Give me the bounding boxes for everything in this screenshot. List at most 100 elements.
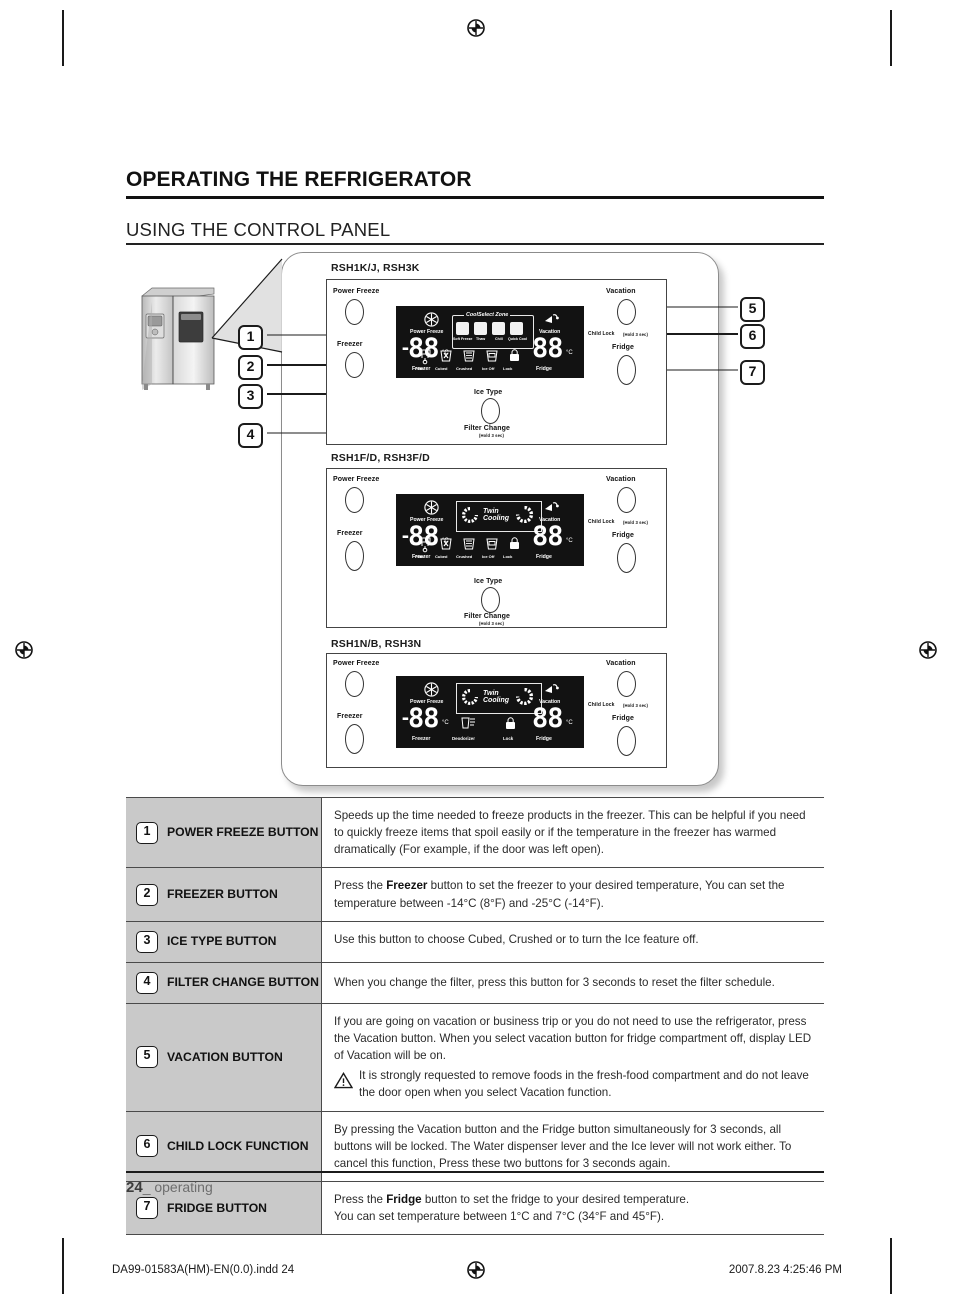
row-number-badge: 2: [136, 883, 158, 906]
panel-3-lcd-freezer-unit: °C: [442, 720, 449, 726]
panel-3-lock-status-label: Lock: [503, 736, 514, 741]
callout-4[interactable]: 4: [238, 423, 263, 448]
desc-paragraph: If you are going on vacation or business…: [334, 1014, 812, 1063]
callout-1[interactable]: 1: [238, 325, 263, 350]
crop-mark-bl-v: [62, 1238, 64, 1294]
panel-2-lcd-fridge-unit: °C: [566, 538, 573, 544]
panel-3-power-freeze-button[interactable]: [345, 671, 364, 697]
manual-page: OPERATING THE REFRIGERATOR USING THE CON…: [0, 0, 954, 1302]
warning-triangle-icon: [333, 1072, 354, 1094]
panel-1-lock-status-label: Lock: [503, 366, 513, 371]
panel-3-child-lock-label: Child Lock: [588, 702, 615, 708]
row-description: Use this button to choose Cubed, Crushed…: [334, 932, 699, 946]
panel-3-lcd-freezer-label: Freezer: [412, 736, 431, 742]
panel-1-soft-freeze-icon: [456, 322, 469, 335]
panel-1-lcd-fridge-value: 88: [532, 333, 564, 364]
panel-3-twin-cooling-label: Twin Cooling: [483, 690, 510, 705]
warning-text: It is strongly requested to remove foods…: [359, 1069, 809, 1100]
callout-5[interactable]: 5: [740, 297, 765, 322]
row-description: If you are going on vacation or business…: [322, 1004, 824, 1111]
panel-2-filter-change-sublabel: (Hold 3 sec): [479, 621, 504, 626]
panel-3-fridge-label: Fridge: [612, 715, 634, 722]
table-row-label-cell: 2 FREEZER BUTTON: [126, 868, 322, 921]
panel-1-filter-change-sublabel: (Hold 3 sec): [479, 433, 504, 438]
panel-3-fridge-button[interactable]: [617, 726, 636, 756]
panel-2-model-title: RSH1F/D, RSH3F/D: [331, 452, 430, 464]
panel-2-power-freeze-button[interactable]: [345, 487, 364, 513]
panel-3-vacation-button[interactable]: [617, 671, 636, 697]
row-number-badge: 5: [136, 1046, 158, 1069]
row-number-badge: 3: [136, 930, 158, 953]
page-suffix: _ operating: [142, 1179, 213, 1195]
table-row-label-cell: 5 VACATION BUTTON: [126, 1003, 322, 1111]
panel-1-soft-freeze-label: Soft Freeze: [453, 337, 473, 341]
panel-2-power-freeze-label: Power Freeze: [333, 476, 380, 483]
title-divider: [126, 196, 824, 199]
panel-1-ice-off-status-label: Ice Off: [482, 366, 495, 371]
panel-3-model-title: RSH1N/B, RSH3N: [331, 638, 422, 650]
warning-note: It is strongly requested to remove foods…: [333, 1067, 816, 1101]
panel-1-crushed-status-label: Crushed: [456, 366, 473, 371]
panel-3-lock-icon: [504, 716, 517, 735]
panel-2-freezer-button[interactable]: [345, 541, 364, 571]
page-title: OPERATING THE REFRIGERATOR: [126, 168, 472, 191]
callout-6[interactable]: 6: [740, 324, 765, 349]
panel-3-child-lock-sublabel: (Hold 3 sec): [623, 703, 648, 708]
table-row: 3 ICE TYPE BUTTON Use this button to cho…: [126, 921, 824, 963]
panel-3-lcd-fridge-unit: °C: [566, 720, 573, 726]
row-name: CHILD LOCK FUNCTION: [167, 1138, 309, 1153]
callout-3[interactable]: 3: [238, 384, 263, 409]
table-row: 7 FRIDGE BUTTON Press the Fridge button …: [126, 1182, 824, 1236]
registration-mark-bottom: [464, 1258, 488, 1282]
panel-2-ice-type-label: Ice Type: [474, 578, 503, 585]
desc-pre: Press the: [334, 879, 387, 893]
panel-2-twin-cooling-label: Twin Cooling: [483, 508, 510, 523]
panel-1-filter-status-label: Filter: [415, 366, 425, 371]
panel-1-ice-type-label: Ice Type: [474, 389, 503, 396]
panel-1-freezer-button[interactable]: [345, 352, 364, 378]
row-description: Speeds up the time needed to freeze prod…: [334, 809, 806, 857]
footer-divider: [126, 1171, 824, 1174]
callout-2[interactable]: 2: [238, 355, 263, 380]
panel-3-freezer-button[interactable]: [345, 724, 364, 754]
table-row-label-cell: 4 FILTER CHANGE BUTTON: [126, 962, 322, 1003]
print-timestamp: 2007.8.23 4:25:46 PM: [728, 1264, 842, 1276]
row-number-badge: 7: [136, 1197, 158, 1220]
panel-1-power-freeze-button[interactable]: [345, 299, 364, 325]
page-number: 24: [126, 1179, 143, 1196]
panel-2-lcd-fridge-label: Fridge: [536, 554, 552, 560]
panel-1-fridge-button[interactable]: [617, 355, 636, 385]
panel-2-vacation-button[interactable]: [617, 487, 636, 513]
panel-1-vacation-button[interactable]: [617, 299, 636, 325]
row-name: FRIDGE BUTTON: [167, 1200, 267, 1215]
panel-1-thaw-label: Thaw: [476, 337, 486, 341]
panel-1-child-lock-sublabel: (Hold 3 sec): [623, 332, 648, 337]
panel-1-ice-type-button[interactable]: [481, 398, 500, 424]
panel-1-power-freeze-label: Power Freeze: [333, 288, 380, 295]
panel-2-child-lock-label: Child Lock: [588, 519, 615, 525]
print-file-name: DA99-01583A(HM)-EN(0.0).indd 24: [112, 1264, 295, 1276]
panel-1-thaw-icon: [474, 322, 487, 335]
row-name: ICE TYPE BUTTON: [167, 934, 277, 949]
row-number-badge: 4: [136, 971, 158, 994]
desc-pre: Press the: [334, 1193, 387, 1207]
row-number-badge: 6: [136, 1135, 158, 1158]
panel-2-ice-type-button[interactable]: [481, 587, 500, 613]
table-row-label-cell: 1 POWER FREEZE BUTTON: [126, 798, 322, 868]
callout-7[interactable]: 7: [740, 360, 765, 385]
panel-2-twin-cooling-left-icon: [462, 507, 478, 528]
desc-bold: Freezer: [386, 879, 428, 893]
registration-mark-top: [464, 16, 488, 40]
panel-1-chill-icon: [492, 322, 505, 335]
panel-3-deodorizer-status-label: Deodorizer: [452, 736, 475, 741]
row-name: FREEZER BUTTON: [167, 887, 278, 902]
button-description-table: 1 POWER FREEZE BUTTON Speeds up the time…: [126, 797, 824, 1236]
panel-2-fridge-button[interactable]: [617, 543, 636, 573]
panel-1-quick-cool-icon: [510, 322, 523, 335]
page-footer-label: 24_ operating: [126, 1179, 213, 1196]
panel-2-freezer-label: Freezer: [337, 530, 363, 537]
desc-bold: Fridge: [386, 1193, 422, 1207]
panel-3-vacation-label: Vacation: [606, 660, 636, 667]
panel-1-lcd-fridge-unit: °C: [566, 350, 573, 356]
table-row: 1 POWER FREEZE BUTTON Speeds up the time…: [126, 797, 824, 869]
